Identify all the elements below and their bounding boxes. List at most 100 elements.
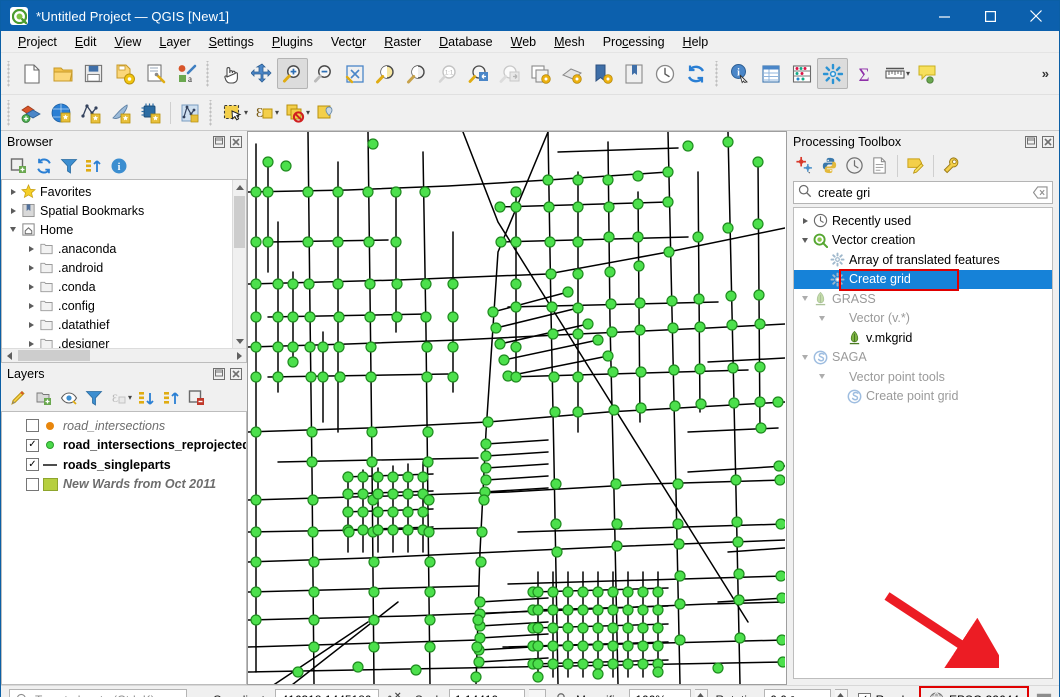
processing-toolbox-icon[interactable] — [817, 58, 848, 89]
rotation-spin-up[interactable] — [835, 690, 846, 697]
new-project-icon[interactable] — [16, 58, 47, 89]
refresh-icon[interactable] — [680, 58, 711, 89]
expand-all-icon[interactable] — [135, 386, 158, 409]
refresh-icon[interactable] — [32, 154, 55, 177]
temporal-controller-icon[interactable] — [649, 58, 680, 89]
browser-tree-item[interactable]: .android — [2, 258, 232, 277]
zoom-last-icon[interactable] — [463, 58, 494, 89]
new-bookmark-icon[interactable] — [618, 58, 649, 89]
chevron-down-icon[interactable] — [815, 374, 829, 379]
chevron-right-icon[interactable] — [6, 189, 20, 195]
zoom-layer-icon[interactable] — [401, 58, 432, 89]
scale-field[interactable]: 1:14410 — [449, 689, 525, 697]
processing-tree-item[interactable]: Array of translated features — [794, 250, 1052, 270]
chevron-right-icon[interactable] — [6, 208, 20, 214]
toolbar-grip-5[interactable] — [208, 100, 215, 126]
new-3d-map-view-icon[interactable] — [556, 58, 587, 89]
new-virtual-layer-icon[interactable] — [175, 98, 205, 128]
browser-tree-item[interactable]: Home — [2, 220, 232, 239]
menu-plugins[interactable]: Plugins — [263, 33, 322, 51]
layers-tree[interactable]: road_intersections✓road_intersections_re… — [1, 411, 247, 685]
browser-tree[interactable]: FavoritesSpatial BookmarksHome.anaconda.… — [1, 179, 247, 363]
float-panel-icon[interactable] — [1024, 135, 1038, 149]
filter-legend-expression-icon[interactable]: Ɛ — [107, 386, 130, 409]
chevron-down-icon[interactable] — [798, 355, 812, 360]
layer-visibility-checkbox[interactable]: ✓ — [26, 458, 39, 471]
magnifier-field[interactable]: 100% — [629, 689, 691, 697]
options-wrench-icon[interactable] — [940, 154, 963, 177]
add-mesh-layer-icon[interactable] — [76, 98, 106, 128]
chevron-down-icon[interactable] — [798, 296, 812, 301]
menu-raster[interactable]: Raster — [375, 33, 430, 51]
processing-tree-item[interactable]: Vector creation — [794, 231, 1052, 251]
coordinate-field[interactable]: 416318,1445180 — [275, 689, 378, 697]
crs-status-button[interactable]: EPSG:32644 — [922, 689, 1026, 697]
layer-list-item[interactable]: ✓road_intersections_reprojected — [2, 436, 246, 456]
chevron-right-icon[interactable] — [24, 246, 38, 252]
add-vector-layer-icon[interactable] — [16, 98, 46, 128]
search-input[interactable] — [812, 186, 1032, 200]
add-layer-icon[interactable] — [7, 154, 30, 177]
collapse-all-icon[interactable] — [82, 154, 105, 177]
collapse-all-icon[interactable] — [160, 386, 183, 409]
browser-tree-item[interactable]: Spatial Bookmarks — [2, 201, 232, 220]
float-panel-icon[interactable] — [212, 367, 226, 381]
zoom-in-icon[interactable] — [277, 58, 308, 89]
add-postgis-layer-icon[interactable] — [136, 98, 166, 128]
close-button[interactable] — [1013, 1, 1059, 31]
select-by-expression-icon[interactable]: Ɛ — [249, 98, 279, 128]
menu-project[interactable]: PProjectroject — [9, 33, 66, 51]
layer-visibility-checkbox[interactable] — [26, 478, 39, 491]
layer-visibility-checkbox[interactable]: ✓ — [26, 439, 39, 452]
filter-browser-icon[interactable] — [57, 154, 80, 177]
new-map-view-icon[interactable] — [525, 58, 556, 89]
menu-layer[interactable]: Layer — [150, 33, 199, 51]
processing-tree-item[interactable]: v.mkgrid — [794, 328, 1052, 348]
open-project-icon[interactable] — [47, 58, 78, 89]
select-value-icon[interactable] — [311, 98, 341, 128]
menu-edit[interactable]: Edit — [66, 33, 106, 51]
menu-view[interactable]: View — [105, 33, 150, 51]
toggle-extents-icon[interactable] — [383, 689, 405, 697]
chevron-right-icon[interactable] — [798, 218, 812, 224]
results-viewer-icon[interactable] — [868, 154, 891, 177]
browser-tree-item[interactable]: .anaconda — [2, 239, 232, 258]
rotation-spinner[interactable] — [835, 689, 847, 697]
messages-log-icon[interactable] — [1033, 689, 1055, 697]
add-delimited-text-layer-icon[interactable] — [106, 98, 136, 128]
close-panel-icon[interactable] — [229, 135, 243, 149]
browser-tree-item[interactable]: .datathief — [2, 315, 232, 334]
processing-item-selected[interactable]: Create grid — [794, 270, 1052, 290]
save-project-as-icon[interactable] — [109, 58, 140, 89]
clear-search-icon[interactable] — [1032, 185, 1048, 201]
scroll-up-button[interactable] — [233, 180, 246, 194]
save-project-icon[interactable] — [78, 58, 109, 89]
browser-vertical-scrollbar[interactable] — [232, 180, 246, 348]
lock-scale-icon[interactable] — [550, 689, 572, 697]
menu-help[interactable]: Help — [674, 33, 718, 51]
chevron-down-icon[interactable] — [6, 227, 20, 232]
python-console-icon[interactable] — [818, 154, 841, 177]
processing-tree-item[interactable]: Vector point tools — [794, 367, 1052, 387]
toolbar-grip-3[interactable] — [714, 61, 721, 87]
chevron-down-icon[interactable] — [798, 238, 812, 243]
scroll-thumb[interactable] — [234, 196, 245, 248]
menu-vector[interactable]: Vector — [322, 33, 375, 51]
close-panel-icon[interactable] — [1041, 135, 1055, 149]
pan-to-selection-icon[interactable] — [246, 58, 277, 89]
layer-list-item[interactable]: ✓roads_singleparts — [2, 455, 246, 475]
processing-tree-item[interactable]: GRASS — [794, 289, 1052, 309]
chevron-right-icon[interactable] — [24, 303, 38, 309]
field-calculator-icon[interactable] — [786, 58, 817, 89]
processing-tree-item[interactable]: Create point grid — [794, 387, 1052, 407]
properties-info-icon[interactable]: i — [107, 154, 130, 177]
scroll-thumb-h[interactable] — [18, 350, 90, 361]
processing-tree-item[interactable]: Vector (v.*) — [794, 309, 1052, 329]
identify-features-icon[interactable]: i — [724, 58, 755, 89]
magnifier-spin-up[interactable] — [695, 690, 706, 697]
rotation-field[interactable]: 0.0 ° — [764, 689, 831, 697]
measure-line-icon[interactable] — [879, 58, 910, 89]
zoom-out-icon[interactable] — [308, 58, 339, 89]
processing-search-box[interactable] — [793, 181, 1053, 204]
models-icon[interactable] — [793, 154, 816, 177]
